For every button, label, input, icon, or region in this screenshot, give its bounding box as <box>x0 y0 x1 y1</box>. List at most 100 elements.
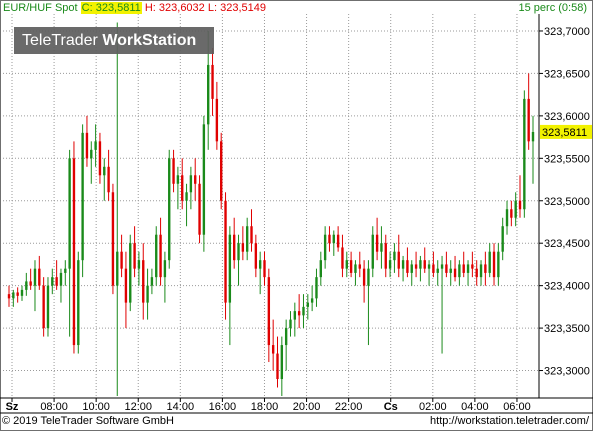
candle-body <box>531 131 535 142</box>
candle-body <box>406 260 409 273</box>
candle-body <box>492 251 496 278</box>
candle-body <box>72 158 76 346</box>
candle-body <box>202 124 206 235</box>
x-tick-label: 12:00 <box>124 401 152 413</box>
copyright-text: © 2019 TeleTrader Software GmbH <box>2 415 174 427</box>
candle-body <box>445 264 448 273</box>
candle-body <box>332 234 335 244</box>
x-tick-label: 06:00 <box>503 401 531 413</box>
y-tick-label: 323,4000 <box>544 281 590 293</box>
x-axis-labels: Sz 08:00 10:00 12:00 14:00 16:00 18:00 20:00 22:… <box>6 398 531 413</box>
high-label: H: <box>144 2 156 14</box>
candle-body <box>315 277 318 299</box>
candle-body <box>20 289 24 296</box>
quote-header: EUR/HUF Spot C: 323,5811 H: 323,6032 L: … <box>3 2 266 15</box>
candle-body <box>194 175 197 184</box>
candle-body <box>46 285 50 329</box>
symbol-label: EUR/HUF Spot <box>3 2 78 14</box>
candle-body <box>241 243 245 252</box>
candle-body <box>302 306 305 316</box>
candle-body <box>38 268 41 286</box>
candle-body <box>388 260 392 269</box>
candle-body <box>172 158 175 184</box>
candle-body <box>414 264 418 269</box>
y-tick-label: 323,5000 <box>544 196 590 208</box>
candle-body <box>12 292 15 299</box>
candle-body <box>276 353 279 380</box>
candle-body <box>33 268 37 286</box>
candle-body <box>280 345 284 380</box>
candle-body <box>349 260 353 273</box>
candle-body <box>479 264 483 278</box>
candles <box>7 22 535 396</box>
candle-body <box>77 260 80 346</box>
candle-body <box>250 226 253 244</box>
candle-body <box>527 98 530 142</box>
candle-body <box>7 294 11 299</box>
high-value: 323,6032 <box>158 2 205 14</box>
teletrader-logo: TeleTrader WorkStation <box>14 27 214 54</box>
candle-body <box>129 243 132 303</box>
candle-body <box>336 234 340 248</box>
candle-body <box>384 243 387 269</box>
candle-body <box>98 141 102 176</box>
candle-body <box>289 319 292 329</box>
logo-brand: TeleTrader <box>22 32 98 49</box>
x-tick-label: 04:00 <box>461 401 489 413</box>
candle-body <box>232 234 236 261</box>
candle-body <box>514 200 517 218</box>
x-tick-label: 22:00 <box>335 401 363 413</box>
candle-body <box>254 243 258 269</box>
candle-body <box>258 260 262 269</box>
candle-body <box>150 277 154 286</box>
candle-body <box>475 268 478 278</box>
candle-body <box>306 302 310 307</box>
candle-body <box>137 260 141 269</box>
candle-body <box>64 268 67 273</box>
candlestick-chart[interactable]: 323,3000 323,3500 323,4000 323,4500 323,5000… <box>0 0 593 431</box>
candle-body <box>458 264 461 278</box>
candle-body <box>16 292 19 296</box>
website-link[interactable]: http://workstation.teletrader.com/ <box>430 415 589 427</box>
x-tick-label: 02:00 <box>419 401 447 413</box>
candle-body <box>220 141 223 201</box>
candle-body <box>397 251 400 269</box>
y-tick-label: 323,6500 <box>544 68 590 80</box>
y-tick-label: 323,4500 <box>544 238 590 250</box>
candle-body <box>68 158 71 269</box>
x-tick-label: Sz <box>6 401 19 413</box>
candle-body <box>401 260 405 269</box>
candle-body <box>25 281 28 290</box>
candle-body <box>120 251 123 269</box>
candle-body <box>419 260 422 269</box>
y-tick-label: 323,5500 <box>544 153 590 165</box>
candle-body <box>423 260 426 269</box>
candle-body <box>155 234 158 278</box>
logo-product: WorkStation <box>102 32 197 49</box>
y-tick-label: 323,3500 <box>544 323 590 335</box>
candle-body <box>371 234 374 269</box>
y-tick-label: 323,3000 <box>544 366 590 378</box>
candle-body <box>142 260 145 303</box>
candle-body <box>523 98 526 210</box>
candle-body <box>362 268 366 286</box>
candle-body <box>497 251 500 278</box>
candle-body <box>176 175 180 184</box>
candle-body <box>518 200 522 210</box>
last-price-marker: 323,5811 <box>540 124 592 139</box>
candle-body <box>90 149 93 159</box>
candle-body <box>107 166 110 193</box>
close-label: C: <box>81 2 93 14</box>
candle-body <box>211 64 214 99</box>
candle-body <box>471 264 474 269</box>
candle-body <box>224 200 227 303</box>
candle-body <box>271 345 275 354</box>
candle-body <box>367 268 370 286</box>
x-tick-label: 08:00 <box>40 401 68 413</box>
candle-body <box>293 311 297 320</box>
candle-body <box>81 132 84 261</box>
candle-body <box>319 260 322 278</box>
close-value: 323,5811 <box>95 2 141 14</box>
candle-body <box>228 234 232 303</box>
candle-body <box>393 251 396 261</box>
